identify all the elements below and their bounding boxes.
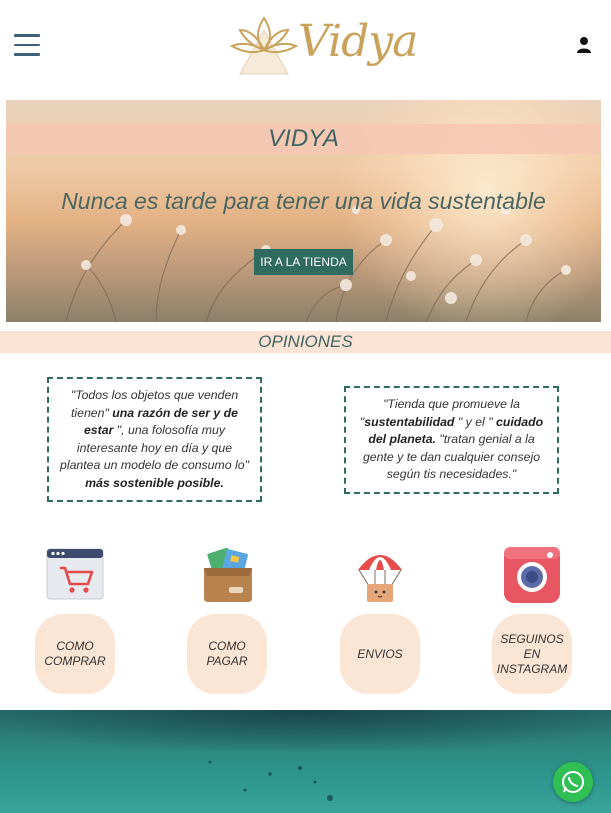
hero-banner: VIDYA Nunca es tarde para tener una vida… [6, 100, 601, 322]
camera-icon [504, 547, 560, 603]
instagram-button[interactable]: SEGUINOS EN INSTAGRAM [492, 614, 572, 694]
lotus-icon [229, 16, 299, 75]
wallet-icon [204, 547, 252, 602]
shipping-button[interactable]: ENVIOS [340, 614, 420, 694]
shopping-cart-window-icon [46, 548, 104, 600]
site-header: Vidya [0, 0, 611, 96]
hero-tagline: Nunca es tarde para tener una vida suste… [61, 188, 546, 214]
review-card: "Todos los objetos que venden tienen" un… [47, 377, 262, 502]
hero-title: VIDYA [268, 125, 339, 152]
info-label: COMO COMPRAR [44, 639, 106, 668]
parachute-box-icon [358, 555, 402, 602]
info-label: ENVIOS [357, 646, 403, 661]
review-text: " y el " [454, 414, 496, 429]
footer-sea-image [0, 710, 611, 813]
go-to-shop-button[interactable]: IR A LA TIENDA [254, 249, 353, 275]
brand-name: Vidya [298, 16, 418, 67]
sea-texture [208, 760, 333, 801]
user-icon[interactable] [576, 36, 592, 54]
hamburger-icon[interactable] [14, 34, 40, 56]
how-to-buy-button[interactable]: COMO COMPRAR [35, 614, 115, 694]
opinions-title: OPINIONES [258, 332, 353, 351]
info-label: SEGUINOS EN INSTAGRAM [496, 631, 568, 676]
info-label: COMO PAGAR [206, 639, 248, 668]
whatsapp-icon [562, 771, 584, 793]
brand-logo[interactable]: Vidya [226, 8, 418, 82]
how-to-pay-button[interactable]: COMO PAGAR [187, 614, 267, 694]
review-highlight: más sostenible posible. [85, 475, 224, 490]
review-highlight: sustentabilidad [364, 414, 455, 429]
whatsapp-button[interactable] [553, 762, 593, 802]
review-card: "Tienda que promueve la "sustentabilidad… [344, 386, 559, 494]
